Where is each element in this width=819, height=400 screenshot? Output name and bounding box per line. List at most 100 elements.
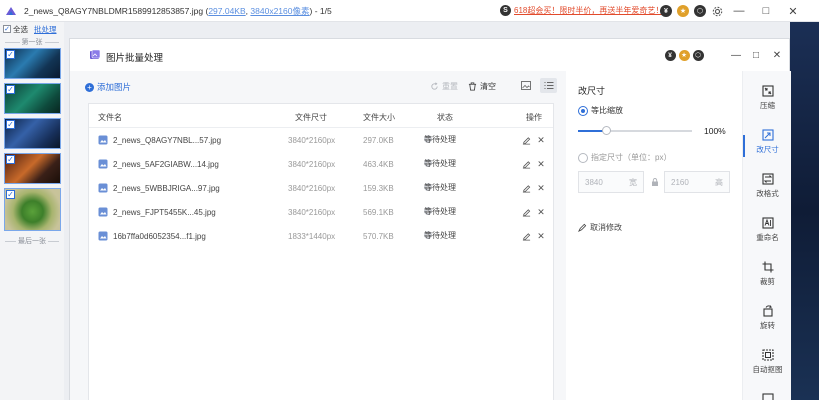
promo-banner[interactable]: S 618超会买！限时半价，再送半年爱奇艺！ [500, 5, 663, 16]
thumbnail-checkbox[interactable]: ✓ [6, 190, 15, 199]
height-input[interactable]: 2160 高 [664, 171, 730, 193]
file-table: 文件名 文件尺寸 文件大小 状态 操作 2_news_Q8AGY7NBL...5… [88, 103, 554, 400]
edit-icon[interactable] [521, 159, 531, 169]
undo-label: 取消修改 [590, 223, 622, 232]
table-header: 文件名 文件尺寸 文件大小 状态 操作 [89, 104, 553, 128]
select-all-checkbox[interactable]: ✓ [3, 25, 11, 33]
edit-icon[interactable] [521, 231, 531, 241]
thumbnail-checkbox[interactable]: ✓ [6, 155, 15, 164]
width-input[interactable]: 3840 宽 [578, 171, 644, 193]
file-size-link[interactable]: 297.04KB [208, 6, 245, 16]
scale-slider[interactable] [578, 126, 692, 135]
ratio-scale-option[interactable]: 等比缩放 [578, 105, 623, 116]
clear-label: 清空 [480, 82, 496, 91]
file-size-cell: 463.4KB [363, 160, 394, 169]
batch-process-link[interactable]: 批处理 [34, 24, 57, 35]
edit-icon[interactable] [521, 183, 531, 193]
edit-icon[interactable] [521, 207, 531, 217]
trash-icon [468, 82, 477, 91]
rotate-icon [762, 305, 773, 317]
window-maximize-button[interactable]: □ [758, 3, 774, 19]
remove-icon[interactable]: ✕ [536, 159, 546, 169]
lock-icon[interactable] [651, 178, 659, 186]
column-dimensions: 文件尺寸 [295, 113, 327, 122]
status-label: 等待处理 [424, 182, 456, 192]
app-logo-icon [4, 4, 18, 18]
vip-coin-icon[interactable]: ¥ [663, 48, 677, 62]
thumbnail-item[interactable]: ✓ [4, 188, 61, 231]
tool-more[interactable] [743, 393, 792, 400]
undo-changes-button[interactable]: 取消修改 [578, 222, 622, 233]
hex-coin-icon[interactable]: ⬡ [691, 48, 705, 62]
viewer-header-icons: ¥ ★ ⬡ [659, 4, 727, 18]
remove-icon[interactable]: ✕ [536, 183, 546, 193]
gold-coin-icon[interactable]: ★ [677, 48, 691, 62]
image-file-icon [98, 183, 108, 193]
tool-label: 裁剪 [760, 277, 775, 286]
status-cell: 等待处理 [424, 207, 456, 216]
table-row: 16b7ffa0d6052354...f1.jpg 1833*1440px 57… [89, 224, 553, 248]
thumbnail-checkbox[interactable]: ✓ [6, 50, 15, 59]
window-minimize-button[interactable]: — [731, 3, 747, 19]
custom-size-radio[interactable] [578, 152, 588, 163]
settings-icon[interactable] [710, 4, 724, 18]
select-all-label[interactable]: 全选 [13, 24, 28, 35]
clear-button[interactable]: 清空 [468, 81, 496, 92]
table-row: 2_news_5AF2GIABW...14.jpg 3840*2160px 46… [89, 152, 553, 176]
dialog-title: 图片批量处理 [106, 53, 164, 64]
gold-coin-icon[interactable]: ★ [676, 4, 690, 18]
thumbnail-item[interactable]: ✓ [4, 48, 61, 79]
dialog-minimize-button[interactable]: — [729, 48, 743, 62]
list-view-button[interactable] [540, 78, 557, 93]
thumbnail-checkbox[interactable]: ✓ [6, 85, 15, 94]
thumbnail-item[interactable]: ✓ [4, 83, 61, 114]
edit-icon[interactable] [521, 135, 531, 145]
grid-view-button[interactable] [517, 78, 534, 93]
dialog-maximize-button[interactable]: □ [749, 48, 763, 62]
add-images-label: 添加图片 [97, 82, 132, 92]
dialog-close-button[interactable]: ✕ [770, 48, 784, 62]
status-label: 等待处理 [424, 134, 456, 144]
hex-coin-icon[interactable]: ⬡ [693, 4, 707, 18]
paren-close: ) [309, 5, 313, 16]
height-unit: 高 [715, 177, 723, 187]
remove-icon[interactable]: ✕ [536, 207, 546, 217]
ratio-scale-radio[interactable] [578, 105, 588, 116]
tool-rename[interactable]: 重命名 [743, 217, 792, 255]
resize-settings-pane: 改尺寸 等比缩放 100% 指定尺寸（单位：px） 3840 宽 2160 高 … [566, 71, 742, 400]
viewer-title-bar: 2_news_Q8AGY7NBLDMR1589912853857.jpg (29… [0, 0, 819, 22]
add-images-button[interactable]: + 添加图片 [85, 81, 131, 93]
compress-icon [761, 85, 774, 97]
tool-crop[interactable]: 裁剪 [743, 261, 792, 299]
scale-slider-knob[interactable] [602, 126, 611, 135]
file-name-cell: 16b7ffa0d6052354...f1.jpg [113, 232, 206, 241]
file-size-cell: 570.7KB [363, 232, 394, 241]
remove-icon[interactable]: ✕ [536, 135, 546, 145]
dialog-header: 图片批量处理 ¥ ★ ⬡ — □ ✕ [70, 39, 789, 71]
thumbnail-checkbox[interactable]: ✓ [6, 120, 15, 129]
thumbnail-item[interactable]: ✓ [4, 153, 61, 184]
tool-rotate[interactable]: 旋转 [743, 305, 792, 343]
column-actions: 操作 [526, 113, 542, 122]
file-size-cell: 159.3KB [363, 184, 394, 193]
page-counter: - 1/5 [314, 5, 332, 16]
reset-icon [431, 82, 438, 90]
tool-compress[interactable]: 压缩 [743, 85, 792, 123]
thumbnail-item[interactable]: ✓ [4, 118, 61, 149]
window-close-button[interactable]: ✕ [785, 3, 801, 19]
gift-coin-icon[interactable]: ¥ [659, 4, 673, 18]
custom-size-option[interactable]: 指定尺寸（单位：px） [578, 152, 671, 163]
column-status: 状态 [437, 113, 453, 122]
status-cell: 等待处理 [424, 231, 456, 240]
tool-cutout[interactable]: 自动抠图 [743, 349, 792, 387]
scale-percent: 100% [704, 126, 726, 136]
tool-format[interactable]: 改格式 [743, 173, 792, 211]
reset-button[interactable]: 重置 [430, 81, 458, 92]
dimensions-link[interactable]: 3840x2160像素 [250, 6, 309, 16]
tool-resize[interactable]: 改尺寸 [743, 129, 792, 167]
promo-badge-icon: S [500, 5, 511, 16]
rename-icon [761, 217, 774, 229]
remove-icon[interactable]: ✕ [536, 231, 546, 241]
batch-process-dialog: 图片批量处理 ¥ ★ ⬡ — □ ✕ + 添加图片 重置 清空 文件名 文件尺寸… [69, 38, 792, 400]
table-row: 2_news_Q8AGY7NBL...57.jpg 3840*2160px 29… [89, 128, 553, 152]
